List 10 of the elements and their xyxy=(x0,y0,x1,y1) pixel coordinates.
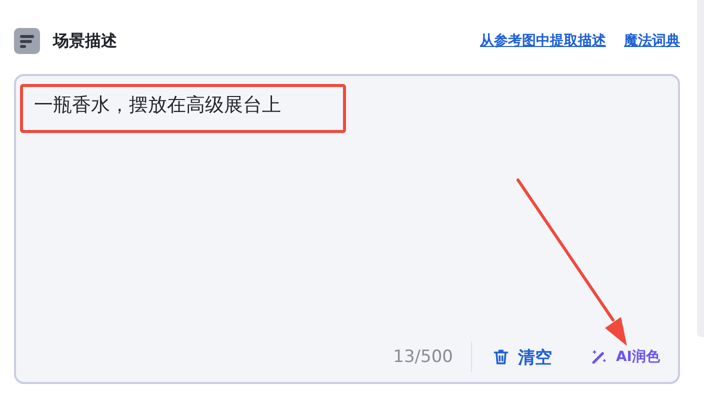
ai-polish-button[interactable]: AI润色 xyxy=(590,348,660,366)
section-title: 场景描述 xyxy=(53,30,117,52)
magic-wand-icon xyxy=(590,348,608,366)
description-field[interactable]: 一瓶香水，摆放在高级展台上 13/500 清空 AI润色 xyxy=(14,74,680,384)
trash-icon xyxy=(492,348,510,366)
clear-button[interactable]: 清空 xyxy=(492,346,552,368)
link[interactable]: 从参考图中提取描述 xyxy=(480,32,606,50)
character-count: 13/500 xyxy=(393,347,454,367)
text-lines-icon xyxy=(14,28,40,54)
link[interactable]: 魔法词典 xyxy=(624,32,680,50)
